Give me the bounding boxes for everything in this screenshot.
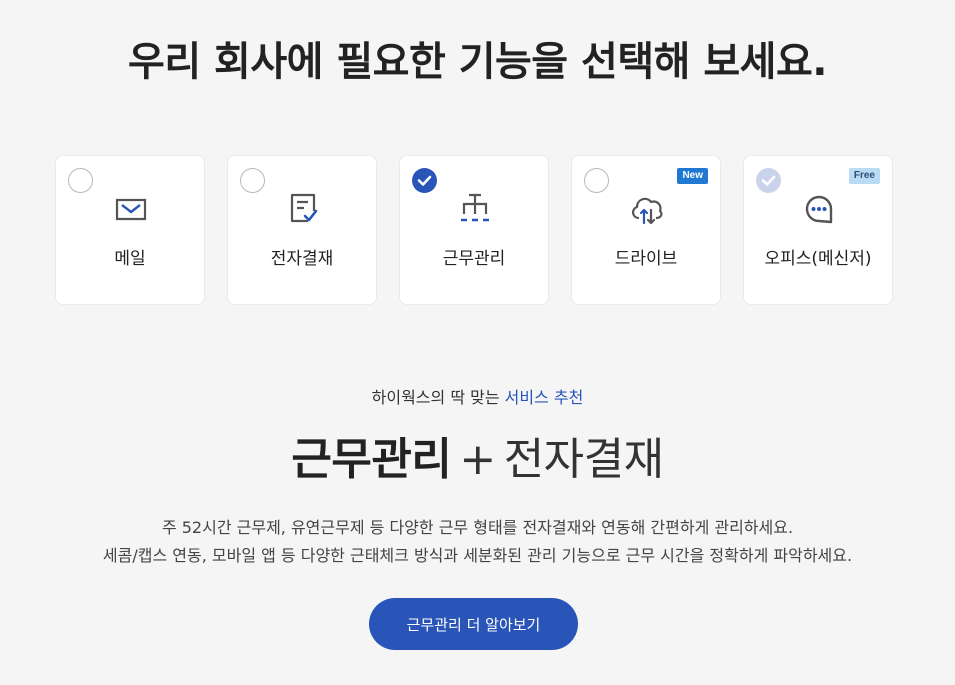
new-badge: New bbox=[677, 168, 708, 184]
radio-checked-icon[interactable] bbox=[412, 168, 437, 193]
feature-label: 오피스(메신저) bbox=[764, 249, 872, 269]
feature-card-list: 메일 전자결재 근무관리 New 드라이브 Free 오피스(메신저) bbox=[55, 155, 893, 305]
radio-checked-disabled-icon bbox=[756, 168, 781, 193]
cloud-sync-icon bbox=[627, 189, 667, 229]
primary-service: 근무관리 bbox=[291, 434, 452, 485]
radio-unchecked-icon[interactable] bbox=[240, 168, 265, 193]
feature-card-office-messenger[interactable]: Free 오피스(메신저) bbox=[743, 155, 893, 305]
feature-label: 근무관리 bbox=[442, 249, 506, 269]
approval-document-icon bbox=[283, 189, 323, 229]
feature-card-approval[interactable]: 전자결재 bbox=[227, 155, 377, 305]
feature-label: 메일 bbox=[114, 249, 146, 269]
plus-sign: + bbox=[459, 434, 496, 485]
free-badge: Free bbox=[848, 168, 880, 184]
recommendation-subtitle: 하이웍스의 딱 맞는 서비스 추천 bbox=[0, 384, 955, 408]
mail-icon bbox=[111, 189, 151, 229]
page: 우리 회사에 필요한 기능을 선택해 보세요. 메일 전자결재 근무관리 New… bbox=[0, 0, 955, 685]
radio-unchecked-icon[interactable] bbox=[584, 168, 609, 193]
recommended-combo-title: 근무관리 + 전자결재 bbox=[0, 432, 955, 488]
feature-card-work-management[interactable]: 근무관리 bbox=[399, 155, 549, 305]
feature-label: 드라이브 bbox=[614, 249, 678, 269]
page-title: 우리 회사에 필요한 기능을 선택해 보세요. bbox=[128, 39, 827, 85]
secondary-service: 전자결재 bbox=[503, 434, 664, 485]
feature-label: 전자결재 bbox=[270, 249, 334, 269]
org-chart-icon bbox=[455, 189, 495, 229]
description-line: 세콤/캡스 연동, 모바일 앱 등 다양한 근태체크 방식과 세분화된 관리 기… bbox=[102, 546, 853, 565]
feature-card-mail[interactable]: 메일 bbox=[55, 155, 205, 305]
radio-unchecked-icon[interactable] bbox=[68, 168, 93, 193]
recommendation-prefix: 하이웍스의 딱 맞는 bbox=[371, 388, 500, 407]
description-line: 주 52시간 근무제, 유연근무제 등 다양한 근무 형태를 전자결재와 연동해… bbox=[161, 518, 794, 537]
learn-more-button[interactable]: 근무관리 더 알아보기 bbox=[369, 598, 578, 650]
recommendation-description: 주 52시간 근무제, 유연근무제 등 다양한 근무 형태를 전자결재와 연동해… bbox=[0, 514, 955, 570]
chat-bubble-icon bbox=[799, 189, 839, 229]
feature-card-drive[interactable]: New 드라이브 bbox=[571, 155, 721, 305]
recommendation-accent: 서비스 추천 bbox=[504, 388, 584, 407]
